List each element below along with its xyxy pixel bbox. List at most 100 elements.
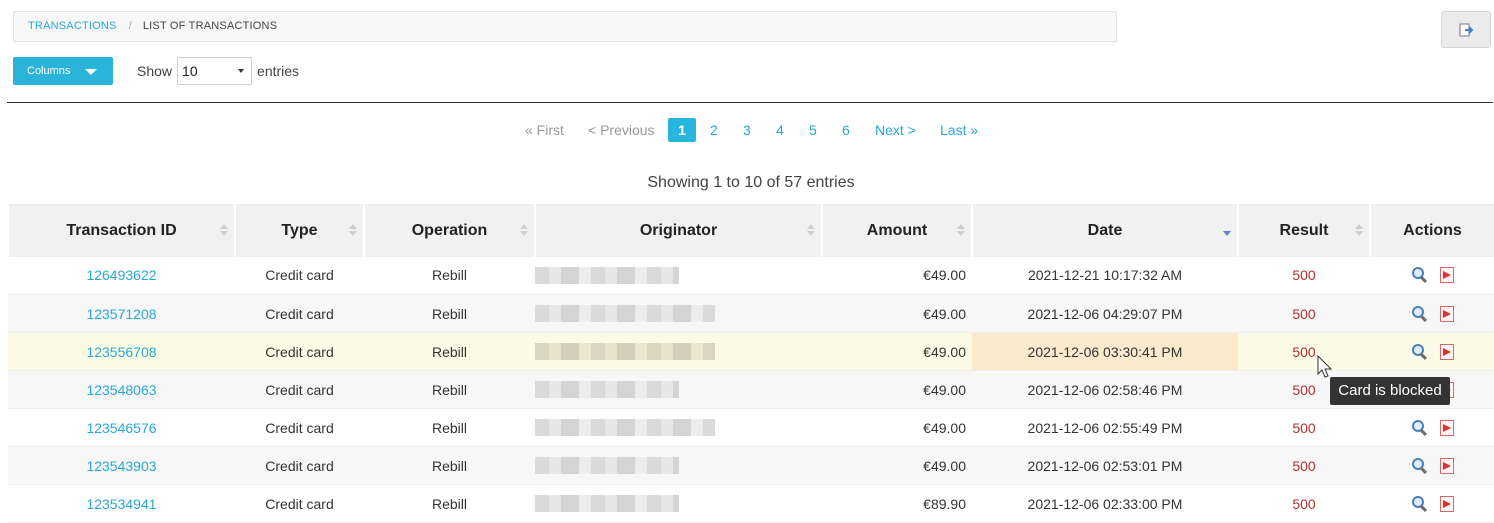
table-body: 126493622 Credit card Rebill €49.00 2021-12-… bbox=[8, 256, 1494, 523]
view-details-icon[interactable] bbox=[1411, 343, 1428, 360]
column-header-label: Transaction ID bbox=[66, 221, 177, 239]
result-cell[interactable]: 500 bbox=[1238, 294, 1370, 333]
column-header-type[interactable]: Type bbox=[234, 204, 365, 257]
column-header-date[interactable]: Date bbox=[971, 204, 1239, 257]
column-header-originator[interactable]: Originator bbox=[534, 204, 823, 257]
transaction-id-link[interactable]: 123543903 bbox=[8, 446, 235, 485]
type-cell: Credit card bbox=[235, 256, 364, 295]
date-cell: 2021-12-06 03:30:41 PM bbox=[972, 332, 1238, 371]
pdf-icon[interactable] bbox=[1439, 495, 1454, 512]
pdf-icon[interactable] bbox=[1439, 267, 1454, 284]
columns-button-label: Columns bbox=[27, 65, 71, 77]
pagination-page-5[interactable]: 5 bbox=[809, 118, 817, 142]
type-cell: Credit card bbox=[235, 332, 364, 371]
transactions-table: Transaction ID Type Operation Originator… bbox=[7, 204, 1494, 523]
transaction-id-link[interactable]: 123534941 bbox=[8, 484, 235, 523]
result-cell[interactable]: 500 bbox=[1238, 256, 1370, 295]
pagination-page-3[interactable]: 3 bbox=[743, 118, 751, 142]
amount-cell: €49.00 bbox=[822, 332, 972, 371]
pagination-page-2[interactable]: 2 bbox=[710, 118, 718, 142]
entries-select[interactable]: 10 bbox=[177, 57, 253, 85]
table-row[interactable]: 123543903 Credit card Rebill €49.00 2021-12-… bbox=[8, 446, 1494, 485]
mouse-cursor-icon bbox=[1317, 355, 1333, 378]
export-button[interactable] bbox=[1441, 11, 1491, 48]
redacted-originator bbox=[535, 266, 679, 284]
transaction-id-link[interactable]: 126493622 bbox=[8, 256, 235, 295]
transaction-id-link[interactable]: 123546576 bbox=[8, 408, 235, 447]
redacted-originator bbox=[535, 457, 679, 474]
view-details-icon[interactable] bbox=[1411, 457, 1428, 474]
column-header-label: Operation bbox=[411, 221, 488, 239]
amount-cell: €49.00 bbox=[822, 256, 972, 295]
entries-label: entries bbox=[257, 63, 300, 79]
sort-icon bbox=[957, 224, 965, 236]
view-details-icon[interactable] bbox=[1411, 419, 1428, 436]
table-info: Showing 1 to 10 of 57 entries bbox=[647, 174, 855, 191]
actions-cell bbox=[1370, 294, 1494, 333]
table-row[interactable]: 123571208 Credit card Rebill €49.00 2021-12-… bbox=[8, 294, 1494, 333]
view-details-icon[interactable] bbox=[1411, 495, 1428, 512]
operation-cell: Rebill bbox=[364, 484, 535, 523]
column-header-amount[interactable]: Amount bbox=[821, 204, 973, 257]
result-tooltip: Card is blocked bbox=[1330, 377, 1450, 405]
transaction-id-link[interactable]: 123548063 bbox=[8, 370, 235, 409]
column-header-label: Amount bbox=[866, 221, 928, 239]
view-details-icon[interactable] bbox=[1411, 267, 1428, 283]
result-cell[interactable]: 500 bbox=[1238, 446, 1370, 485]
column-header-label: Actions bbox=[1403, 221, 1462, 239]
amount-cell: €89.90 bbox=[822, 484, 972, 523]
date-cell: 2021-12-06 02:53:01 PM bbox=[972, 446, 1238, 485]
pagination-previous[interactable]: < Previous bbox=[588, 118, 655, 142]
pagination-first[interactable]: « First bbox=[525, 118, 564, 142]
result-cell[interactable]: 500 bbox=[1238, 408, 1370, 447]
type-cell: Credit card bbox=[235, 484, 364, 523]
transaction-id-link[interactable]: 123571208 bbox=[8, 294, 235, 333]
table-row[interactable]: 123556708 Credit card Rebill €49.00 2021-12-… bbox=[8, 332, 1494, 371]
sort-icon bbox=[520, 224, 528, 236]
date-cell: 2021-12-06 02:33:00 PM bbox=[972, 484, 1238, 523]
column-header-operation[interactable]: Operation bbox=[363, 204, 536, 257]
column-header-transaction-id[interactable]: Transaction ID bbox=[7, 204, 236, 257]
column-header-label: Result bbox=[1279, 221, 1329, 239]
view-details-icon[interactable] bbox=[1411, 305, 1428, 322]
pdf-icon[interactable] bbox=[1439, 457, 1454, 474]
result-cell[interactable]: 500 bbox=[1238, 484, 1370, 523]
pdf-icon[interactable] bbox=[1439, 419, 1454, 436]
transaction-id-link[interactable]: 123556708 bbox=[8, 332, 235, 371]
column-header-result[interactable]: Result bbox=[1237, 204, 1371, 257]
table-row[interactable]: 123548063 Credit card Rebill €49.00 2021-12-… bbox=[8, 370, 1494, 409]
breadcrumb: TRANSACTIONS / LIST OF TRANSACTIONS bbox=[13, 11, 1117, 42]
breadcrumb-link-transactions[interactable]: TRANSACTIONS bbox=[28, 20, 117, 32]
pagination-next[interactable]: Next > bbox=[875, 118, 916, 142]
table-row[interactable]: 126493622 Credit card Rebill €49.00 2021-12-… bbox=[8, 256, 1494, 295]
type-cell: Credit card bbox=[235, 370, 364, 409]
result-cell[interactable]: 500 bbox=[1238, 332, 1370, 371]
originator-cell bbox=[535, 294, 822, 333]
pdf-icon[interactable] bbox=[1439, 305, 1454, 322]
redacted-originator bbox=[535, 343, 715, 360]
amount-cell: €49.00 bbox=[822, 446, 972, 485]
table-row[interactable]: 123546576 Credit card Rebill €49.00 2021-12-… bbox=[8, 408, 1494, 447]
pagination-page-1[interactable]: 1 bbox=[668, 118, 696, 142]
type-cell: Credit card bbox=[235, 294, 364, 333]
column-header-label: Type bbox=[281, 221, 318, 239]
operation-cell: Rebill bbox=[364, 332, 535, 371]
pagination-page-6[interactable]: 6 bbox=[842, 118, 850, 142]
sort-icon bbox=[807, 224, 815, 236]
pagination-page-4[interactable]: 4 bbox=[776, 118, 784, 142]
table-row[interactable]: 123534941 Credit card Rebill €89.90 2021-12-… bbox=[8, 484, 1494, 523]
actions-cell bbox=[1370, 408, 1494, 447]
operation-cell: Rebill bbox=[364, 294, 535, 333]
redacted-originator bbox=[535, 495, 679, 512]
actions-cell bbox=[1370, 484, 1494, 523]
date-cell: 2021-12-06 02:55:49 PM bbox=[972, 408, 1238, 447]
columns-dropdown-button[interactable]: Columns bbox=[13, 57, 113, 85]
redacted-originator bbox=[535, 419, 715, 436]
column-header-label: Date bbox=[1087, 221, 1123, 239]
pagination-last[interactable]: Last » bbox=[940, 118, 978, 142]
pdf-icon[interactable] bbox=[1439, 343, 1454, 360]
redacted-originator bbox=[535, 381, 679, 398]
originator-cell bbox=[535, 484, 822, 523]
sort-icon bbox=[349, 224, 357, 236]
entries-select-value: 10 bbox=[182, 63, 198, 79]
